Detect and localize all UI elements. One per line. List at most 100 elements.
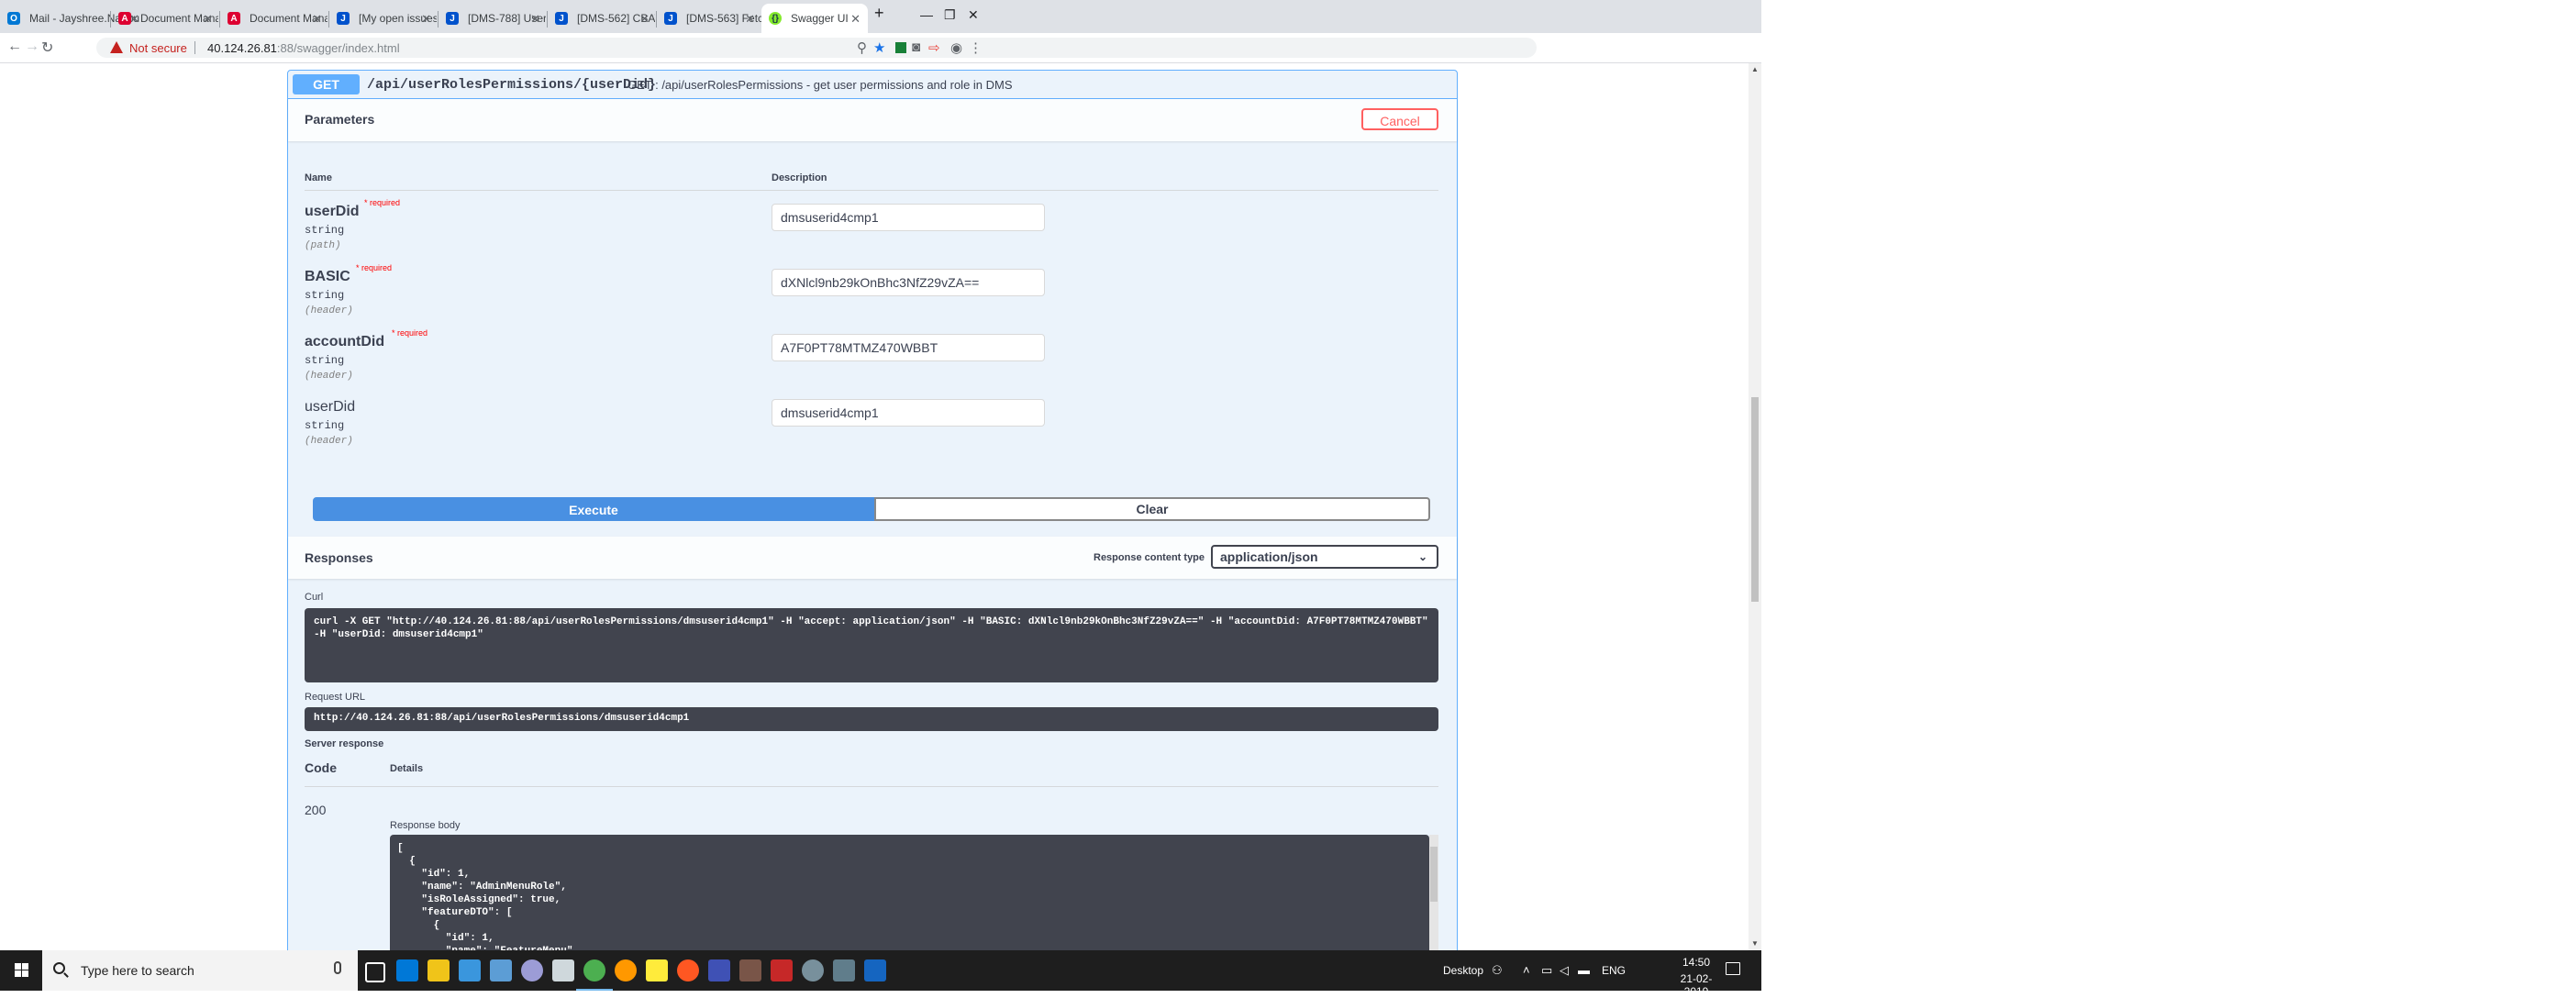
param-name: BASIC	[305, 269, 350, 284]
cancel-button[interactable]: Cancel	[1361, 108, 1438, 130]
column-name-header: Name	[305, 172, 332, 183]
param-type: string	[305, 224, 345, 237]
store-icon[interactable]	[459, 959, 481, 981]
notification-icon[interactable]	[1726, 962, 1740, 975]
method-badge: GET	[293, 74, 360, 94]
response-body-scroll-thumb[interactable]	[1430, 847, 1438, 902]
app-icon[interactable]	[521, 959, 543, 981]
app-icon[interactable]	[802, 959, 824, 981]
tab-dms-788[interactable]: J [DMS-788] User access to fe ✕	[439, 4, 548, 33]
close-icon[interactable]: ✕	[850, 12, 861, 27]
app-icon[interactable]	[708, 959, 730, 981]
zoom-icon[interactable]: ⚲	[857, 39, 867, 56]
page-scrollbar[interactable]: ▲ ▼	[1749, 63, 1761, 950]
language-indicator[interactable]: ENG	[1602, 964, 1626, 977]
parameters-header: Parameters Cancel	[288, 99, 1457, 141]
close-icon[interactable]: ✕	[745, 12, 755, 27]
not-secure-label[interactable]: Not secure	[129, 41, 187, 55]
window-close-icon[interactable]: ✕	[968, 7, 979, 23]
tab-my-open-issues[interactable]: J [My open issues] Issue Nav ✕	[329, 4, 439, 33]
people-icon[interactable]: ⚇	[1492, 963, 1503, 978]
extension-icon[interactable]: ⇨	[928, 39, 940, 56]
tab-label: Swagger UI	[791, 12, 849, 25]
taskbar-search[interactable]: Type here to search	[42, 950, 358, 991]
file-explorer-icon[interactable]	[427, 959, 450, 981]
visual-studio-icon[interactable]	[864, 959, 886, 981]
close-icon[interactable]: ✕	[421, 12, 431, 27]
app-icon[interactable]	[739, 959, 761, 981]
scroll-down-icon[interactable]: ▼	[1751, 939, 1759, 948]
execute-button[interactable]: Execute	[313, 497, 874, 521]
tab-swagger-ui[interactable]: {} Swagger UI ✕	[761, 4, 868, 33]
edge-icon[interactable]	[396, 959, 418, 981]
response-content-type-select[interactable]: application/json ⌄	[1211, 545, 1438, 569]
param-name: userDid	[305, 399, 356, 415]
filezilla-icon[interactable]	[771, 959, 793, 981]
request-url-label: Request URL	[305, 692, 366, 703]
reload-icon[interactable]: ↻	[41, 39, 53, 57]
response-body-label: Response body	[390, 820, 461, 831]
back-icon[interactable]: ←	[7, 39, 22, 55]
scroll-up-icon[interactable]: ▲	[1751, 65, 1759, 73]
forward-icon[interactable]: →	[25, 39, 39, 55]
tab-dms-562[interactable]: J [DMS-562] CBATS :Set a DM ✕	[548, 4, 657, 33]
firefox-icon[interactable]	[677, 959, 699, 981]
chrome-icon[interactable]	[576, 959, 613, 991]
task-view-icon[interactable]	[365, 962, 385, 982]
sticky-notes-icon[interactable]	[646, 959, 668, 981]
browser-toolbar: ← → ↻ Not secure 40.124.26.81:88/swagger…	[0, 33, 1761, 63]
close-icon[interactable]: ✕	[530, 12, 540, 27]
clear-button[interactable]: Clear	[874, 497, 1430, 521]
app-icon[interactable]	[833, 959, 855, 981]
sheets-extension-icon[interactable]	[895, 42, 906, 53]
operation-summary[interactable]: GET /api/userRolesPermissions/{userDid} …	[288, 71, 1457, 99]
notepad-icon[interactable]	[490, 959, 512, 981]
param-name: accountDid	[305, 334, 385, 349]
chevron-up-icon[interactable]: ˄	[1523, 963, 1530, 977]
restore-icon[interactable]: ❐	[944, 7, 956, 23]
network-icon[interactable]: ▭	[1541, 963, 1552, 978]
url-text[interactable]: 40.124.26.81:88/swagger/index.html	[207, 41, 400, 55]
accountdid-input[interactable]	[772, 334, 1045, 361]
request-url[interactable]: http://40.124.26.81:88/api/userRolesPerm…	[305, 707, 1438, 731]
tab-document-management-2[interactable]: A Document Management Se ✕	[220, 4, 329, 33]
close-icon[interactable]: ✕	[312, 12, 322, 27]
app-icon[interactable]	[615, 959, 637, 981]
divider	[305, 190, 1438, 191]
clock-date[interactable]: 21-02-2019	[1669, 972, 1724, 998]
divider	[305, 786, 1438, 787]
operation-block: GET /api/userRolesPermissions/{userDid} …	[287, 70, 1458, 950]
desktop-toolbar-label[interactable]: Desktop	[1443, 964, 1483, 977]
curl-command[interactable]: curl -X GET "http://40.124.26.81:88/api/…	[305, 608, 1438, 682]
param-type: string	[305, 354, 345, 367]
start-button[interactable]	[0, 950, 42, 991]
warning-icon[interactable]	[110, 41, 123, 53]
battery-icon[interactable]: ▬	[1578, 963, 1590, 977]
param-name: userDid	[305, 204, 360, 219]
param-type: string	[305, 419, 345, 432]
close-icon[interactable]: ✕	[639, 12, 650, 27]
url-host: 40.124.26.81	[207, 41, 277, 55]
new-tab-button[interactable]: +	[874, 4, 884, 23]
swagger-icon: {}	[769, 12, 782, 25]
camera-extension-icon[interactable]: ◙	[912, 39, 920, 55]
profile-icon[interactable]: ◉	[950, 39, 962, 56]
code-header: Code	[305, 760, 337, 775]
close-icon[interactable]: ✕	[203, 12, 213, 27]
page-scroll-thumb[interactable]	[1751, 397, 1759, 602]
mail-icon[interactable]	[552, 959, 574, 981]
userdid-header-input[interactable]	[772, 399, 1045, 427]
tab-document-management-1[interactable]: A Document Management Se ✕	[111, 4, 220, 33]
tab-dms-563[interactable]: J [DMS-563] Fetch a DMS use ✕	[657, 4, 762, 33]
userdid-path-input[interactable]	[772, 204, 1045, 231]
menu-dots-icon[interactable]: ⋮	[969, 39, 983, 56]
minimize-icon[interactable]: —	[920, 7, 933, 22]
bookmark-star-icon[interactable]: ★	[873, 39, 885, 56]
url-path: :88/swagger/index.html	[276, 41, 400, 55]
curl-label: Curl	[305, 592, 324, 603]
volume-icon[interactable]: ◁	[1560, 963, 1569, 978]
basic-input[interactable]	[772, 269, 1045, 296]
response-body[interactable]: [ { "id": 1, "name": "AdminMenuRole", "i…	[390, 835, 1429, 950]
clock-time[interactable]: 14:50	[1669, 956, 1724, 969]
microphone-icon[interactable]	[334, 961, 341, 974]
